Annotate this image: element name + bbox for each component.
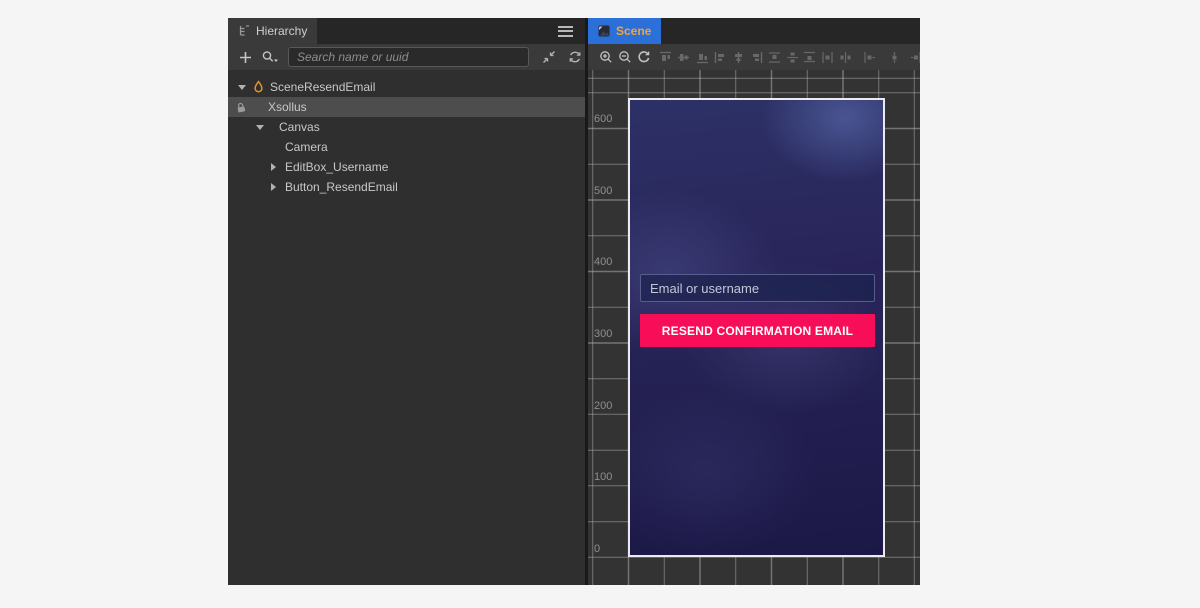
expand-h-icon xyxy=(863,51,876,64)
hierarchy-tree: SceneResendEmail Xsollus Canvas Camera E… xyxy=(228,70,585,585)
hierarchy-tree-icon xyxy=(238,25,250,37)
hierarchy-toolbar xyxy=(228,44,585,70)
distribute-left-button[interactable] xyxy=(818,44,836,70)
tree-row-label: Camera xyxy=(285,140,328,154)
tree-row-scene[interactable]: SceneResendEmail xyxy=(228,77,585,97)
reset-view-icon xyxy=(637,50,651,64)
zoom-out-icon xyxy=(618,50,632,64)
tree-row-xsollus[interactable]: Xsollus xyxy=(228,97,585,117)
ruler-label-300: 300 xyxy=(594,328,624,341)
distribute-v-center-icon xyxy=(786,51,799,64)
distribute-h-center-icon xyxy=(839,51,852,64)
editbox-username[interactable]: Email or username xyxy=(640,274,875,302)
distribute-v-center-button[interactable] xyxy=(783,44,801,70)
tree-row-label: Button_ResendEmail xyxy=(285,180,398,194)
hamburger-icon xyxy=(558,26,573,37)
add-node-button[interactable] xyxy=(236,51,254,64)
tree-row-camera[interactable]: Camera xyxy=(228,137,585,157)
expand-v-icon xyxy=(888,51,901,64)
game-canvas[interactable]: Email or username RESEND CONFIRMATION EM… xyxy=(628,98,885,557)
collapse-arrows-icon xyxy=(542,50,556,64)
distribute-bottom-icon xyxy=(803,51,816,64)
search-icon xyxy=(261,50,279,64)
scene-toolbar xyxy=(588,44,920,70)
hierarchy-panel-menu-button[interactable] xyxy=(558,18,573,44)
expand-h-button[interactable] xyxy=(860,44,878,70)
distribute-h-center-button[interactable] xyxy=(836,44,854,70)
zoom-in-button[interactable] xyxy=(597,44,615,70)
scene-viewport[interactable]: 600 500 400 300 200 100 0 Email or usern… xyxy=(588,70,920,585)
align-left-icon xyxy=(714,51,727,64)
align-h-center-icon xyxy=(732,51,745,64)
scene-panel: Scene xyxy=(588,18,920,585)
tree-row-label: EditBox_Username xyxy=(285,160,388,174)
tab-hierarchy[interactable]: Hierarchy xyxy=(228,18,317,44)
reset-view-button[interactable] xyxy=(635,44,653,70)
tree-row-button-resendemail[interactable]: Button_ResendEmail xyxy=(228,177,585,197)
distribute-right-button[interactable] xyxy=(906,44,920,70)
ruler-label-0: 0 xyxy=(594,543,624,556)
scene-tabbar: Scene xyxy=(588,18,920,44)
align-top-button[interactable] xyxy=(656,44,674,70)
distribute-top-icon xyxy=(768,51,781,64)
tree-row-canvas[interactable]: Canvas xyxy=(228,117,585,137)
search-input[interactable] xyxy=(288,47,529,67)
tree-row-editbox-username[interactable]: EditBox_Username xyxy=(228,157,585,177)
align-bottom-icon xyxy=(696,51,709,64)
refresh-button[interactable] xyxy=(565,50,585,64)
expand-triangle-icon[interactable] xyxy=(238,85,246,90)
ruler-label-100: 100 xyxy=(594,471,624,484)
tree-row-label: SceneResendEmail xyxy=(270,80,375,94)
hierarchy-panel: Hierarchy xyxy=(228,18,585,585)
distribute-right-icon xyxy=(909,51,921,64)
align-bottom-button[interactable] xyxy=(693,44,711,70)
distribute-bottom-button[interactable] xyxy=(800,44,818,70)
distribute-top-button[interactable] xyxy=(765,44,783,70)
editor-window: Hierarchy xyxy=(228,18,920,585)
expand-triangle-icon[interactable] xyxy=(256,125,264,130)
ruler-label-200: 200 xyxy=(594,400,624,413)
align-left-button[interactable] xyxy=(711,44,729,70)
refresh-icon xyxy=(568,50,582,64)
tree-row-label: Xsollus xyxy=(268,100,307,114)
hierarchy-tabbar: Hierarchy xyxy=(228,18,585,44)
tab-hierarchy-label: Hierarchy xyxy=(256,24,307,38)
tab-scene[interactable]: Scene xyxy=(588,18,661,44)
align-right-icon xyxy=(750,51,763,64)
ruler-label-600: 600 xyxy=(594,113,624,126)
tree-row-label: Canvas xyxy=(279,120,320,134)
search-filter-button[interactable] xyxy=(258,50,282,64)
zoom-in-icon xyxy=(599,50,613,64)
align-right-button[interactable] xyxy=(747,44,765,70)
distribute-left-icon xyxy=(821,51,834,64)
tab-scene-label: Scene xyxy=(616,24,651,38)
scene-tab-icon xyxy=(598,25,610,37)
editbox-placeholder: Email or username xyxy=(650,281,759,296)
resend-email-button-label: RESEND CONFIRMATION EMAIL xyxy=(662,324,853,338)
align-h-center-button[interactable] xyxy=(729,44,747,70)
ruler-label-500: 500 xyxy=(594,185,624,198)
lock-icon xyxy=(234,99,248,114)
align-v-center-button[interactable] xyxy=(674,44,692,70)
collapsed-triangle-icon[interactable] xyxy=(271,163,276,171)
scene-flame-icon xyxy=(252,80,265,94)
collapsed-triangle-icon[interactable] xyxy=(271,183,276,191)
align-top-icon xyxy=(659,51,672,64)
resend-email-button[interactable]: RESEND CONFIRMATION EMAIL xyxy=(640,314,875,347)
plus-icon xyxy=(239,51,252,64)
zoom-out-button[interactable] xyxy=(616,44,634,70)
collapse-all-button[interactable] xyxy=(539,50,559,64)
align-v-center-icon xyxy=(677,51,690,64)
ruler-label-400: 400 xyxy=(594,256,624,269)
expand-v-button[interactable] xyxy=(885,44,903,70)
